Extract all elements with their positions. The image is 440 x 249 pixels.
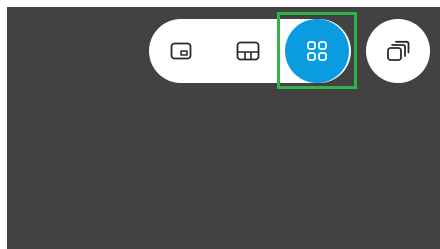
grid-layout-icon <box>306 40 328 62</box>
picture-in-picture-button[interactable] <box>149 19 213 83</box>
bottom-dock-layout-icon <box>236 41 260 61</box>
bottom-dock-layout-button[interactable] <box>216 19 280 83</box>
picture-in-picture-icon <box>170 42 192 60</box>
stacked-windows-icon <box>386 40 410 62</box>
grid-layout-button[interactable] <box>285 19 349 83</box>
stacked-windows-button[interactable] <box>366 19 430 83</box>
